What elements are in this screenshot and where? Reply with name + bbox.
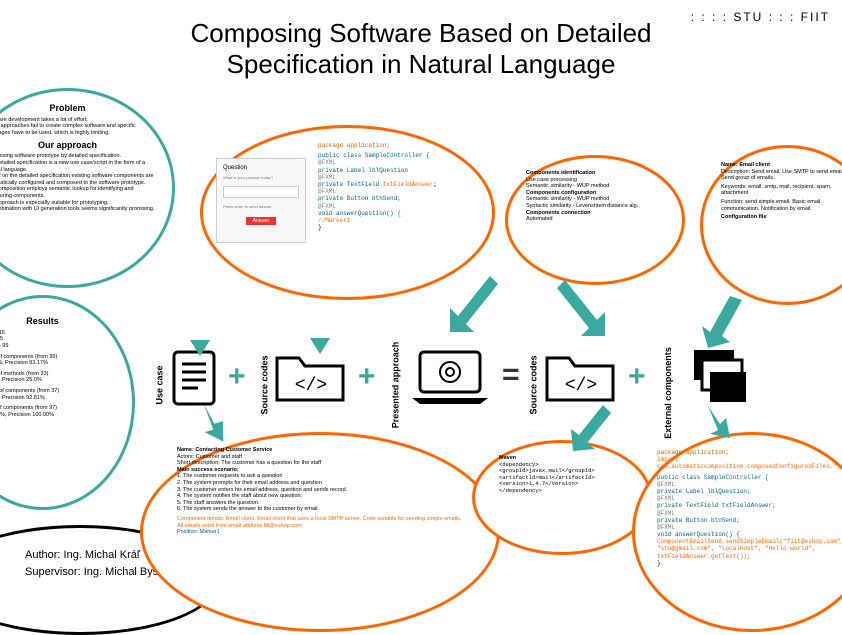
page-title: Composing Software Based on Detailed Spe… xyxy=(141,18,701,80)
component-ellipse: Name: Email client Description: Send ema… xyxy=(700,145,842,305)
usecase-label: Use case xyxy=(155,365,165,404)
equals-icon: = xyxy=(502,358,520,392)
approach-heading: Our approach xyxy=(0,140,160,151)
pa-label: Presented approach xyxy=(390,342,400,429)
arrow-icon xyxy=(555,280,615,350)
laptop-gear-icon xyxy=(410,348,490,411)
plus-icon: + xyxy=(628,360,646,394)
plus-icon: + xyxy=(228,360,246,394)
code2-ellipse: package application; import com.automati… xyxy=(632,432,842,632)
src-label: Source codes xyxy=(260,355,270,414)
arrow-icon xyxy=(700,296,750,356)
ext-label: External components xyxy=(663,347,673,439)
folder-code-icon: </> xyxy=(275,348,347,409)
plus-icon: + xyxy=(358,360,376,394)
svg-text:</>: </> xyxy=(565,376,597,396)
problem-heading: Problem xyxy=(0,103,160,114)
usecase-ellipse: Name: Contacting Customer Service Actors… xyxy=(140,432,500,632)
boxes-icon xyxy=(688,348,748,411)
results-heading: Results xyxy=(0,316,120,327)
src2-label: Source codes xyxy=(529,355,539,414)
svg-text:</>: </> xyxy=(295,376,327,396)
logo: : : : : STU : : : FIIT xyxy=(691,10,830,26)
problem-ellipse: Problem Software development takes a lot… xyxy=(0,88,175,288)
compid-ellipse: Components identification Use case proce… xyxy=(505,155,685,285)
problem-list: Software development takes a lot of effo… xyxy=(0,117,160,137)
maven-ellipse: Maven <dependency> <groupId>javax.mail</… xyxy=(472,440,652,555)
results-ellipse: Results Workbench – 15 Use cases – 45 Co… xyxy=(0,295,135,510)
document-icon xyxy=(172,350,220,411)
dialog-preview: Question What is your passion today? Pre… xyxy=(216,158,306,243)
folder-code-icon: </> xyxy=(545,348,617,409)
approach-list: Composing software prototype by detailed… xyxy=(0,153,160,212)
